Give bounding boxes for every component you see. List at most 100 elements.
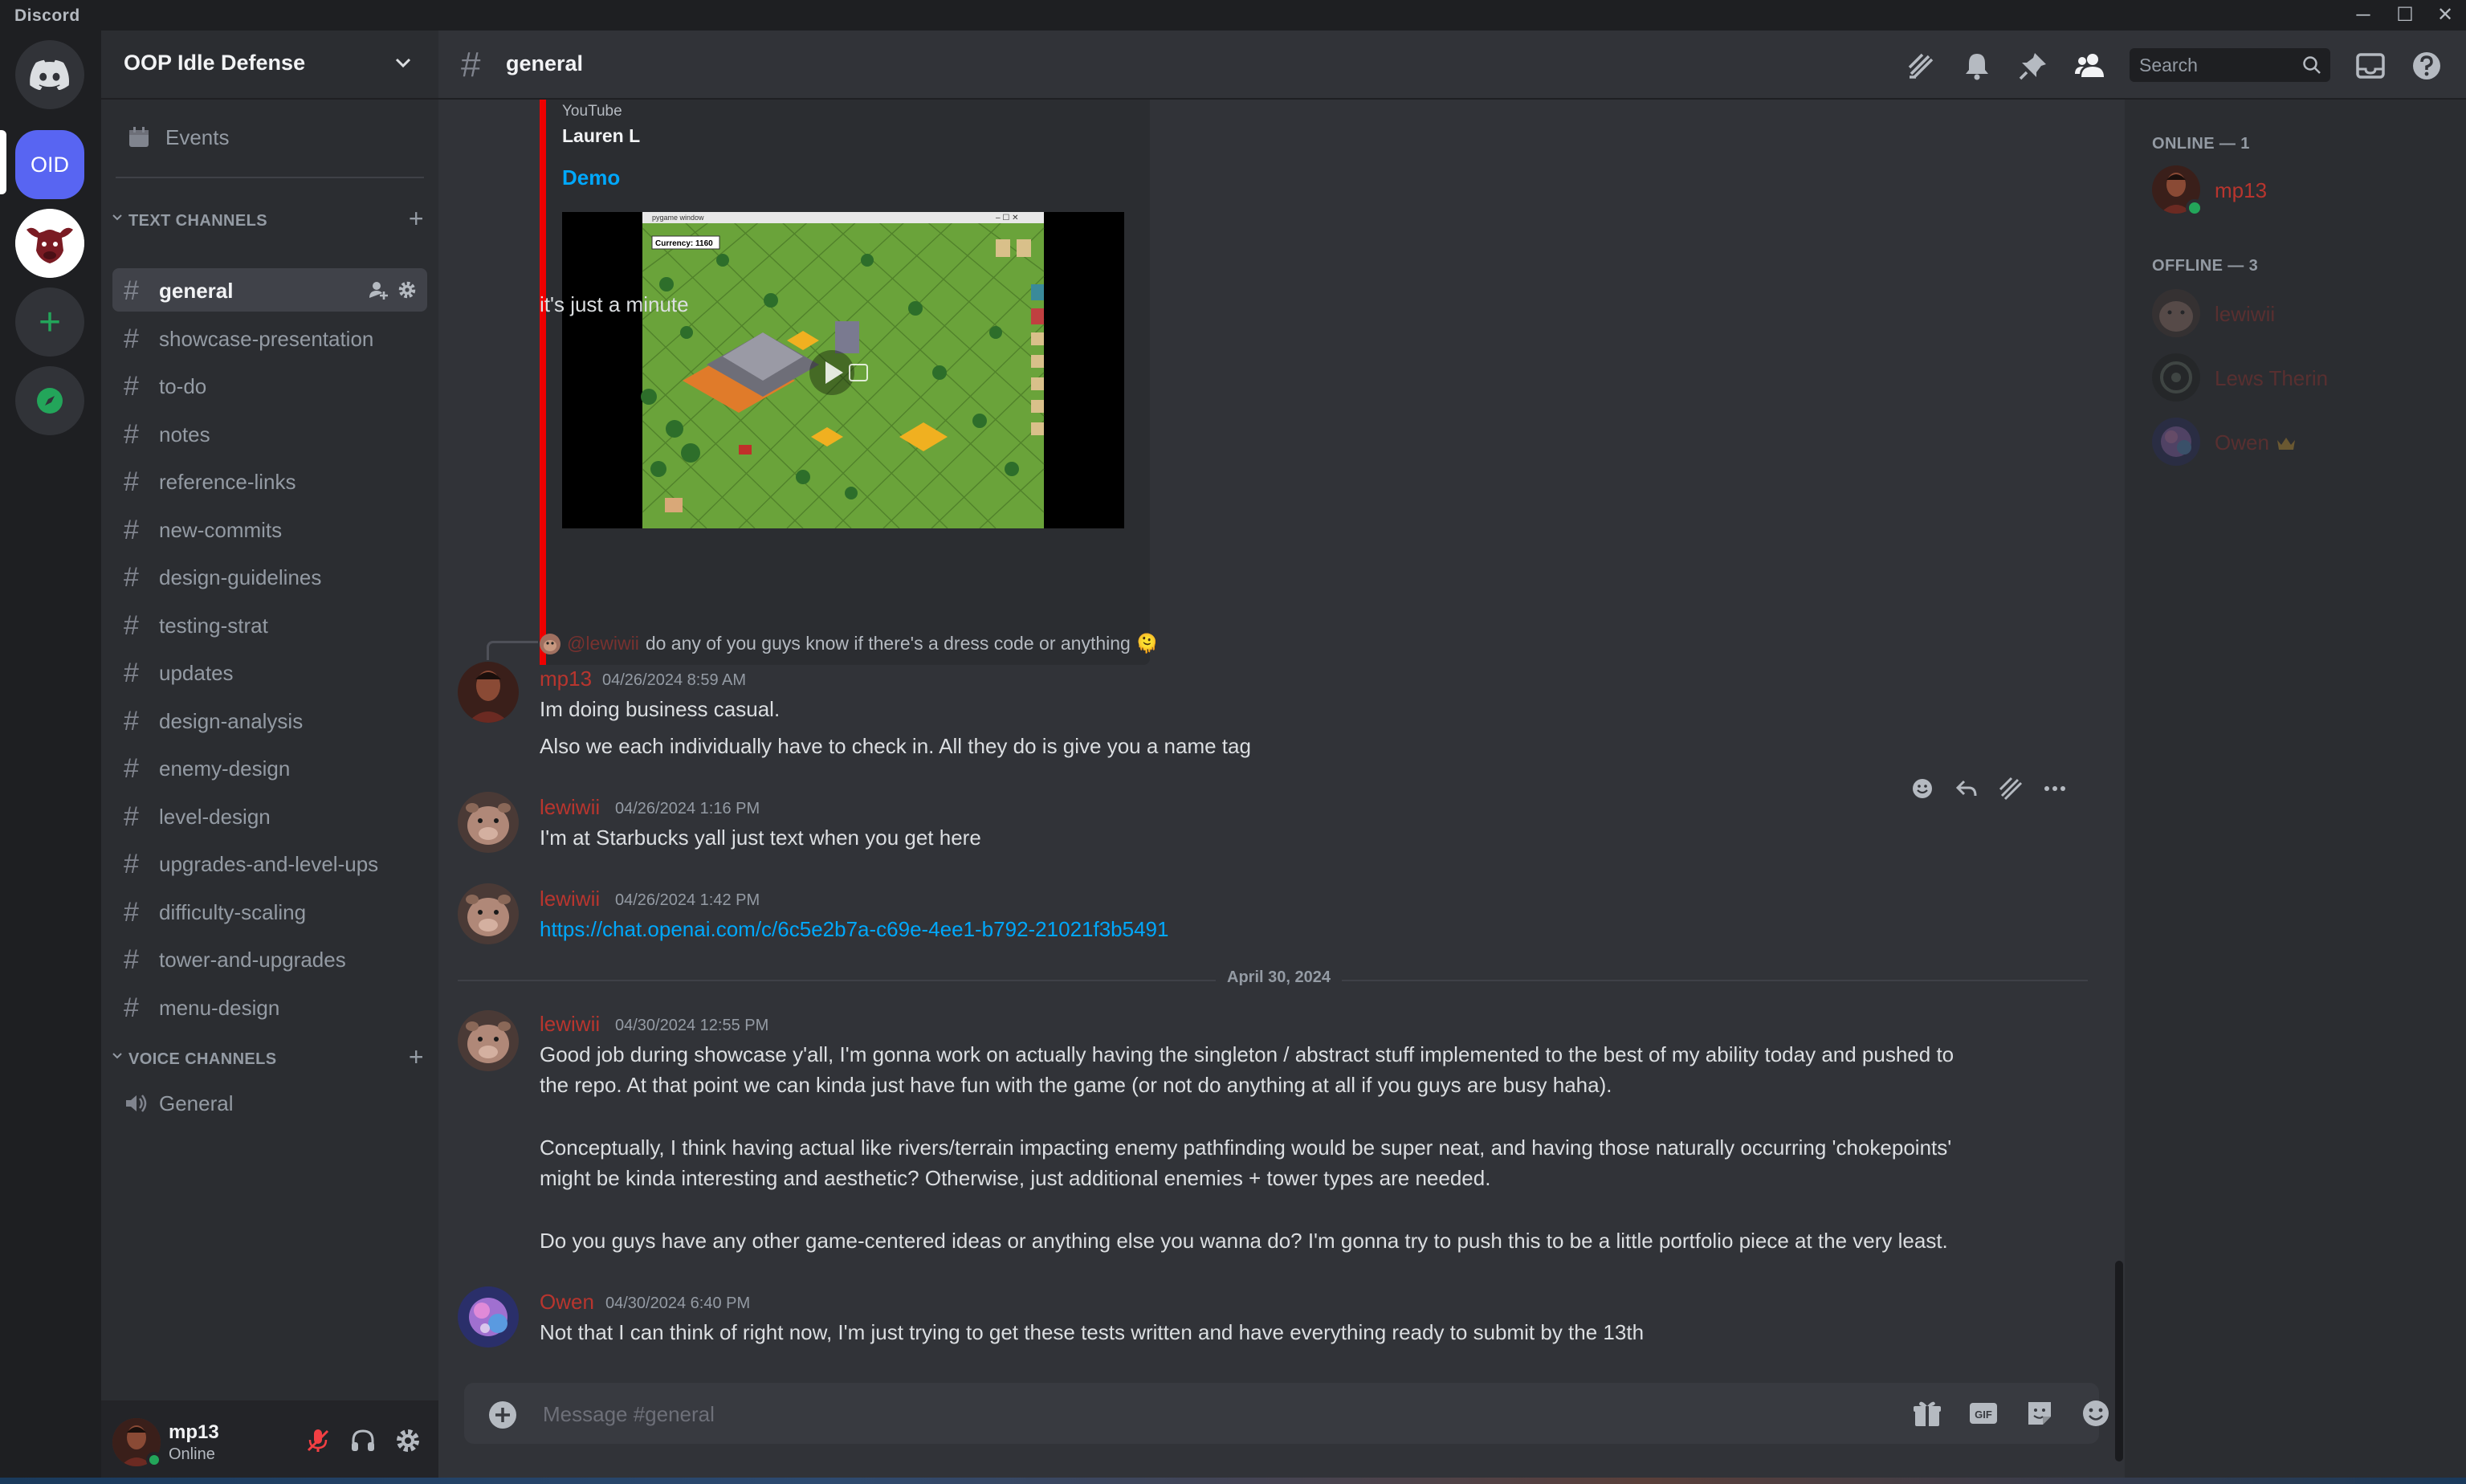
avatar[interactable] <box>458 1010 519 1071</box>
gear-icon[interactable] <box>397 279 418 300</box>
category-text-channels[interactable]: TEXT CHANNELS + <box>108 204 432 233</box>
member-item[interactable]: lewiwii <box>2152 289 2457 340</box>
add-reaction-icon[interactable] <box>1909 775 1936 802</box>
sidebar-divider <box>116 177 424 178</box>
gift-icon[interactable] <box>1911 1397 1943 1429</box>
chat-area: YouTube Lauren L Demo pygame window – ☐ … <box>438 100 2125 1484</box>
create-channel-icon[interactable]: + <box>409 1042 424 1072</box>
svg-text:– ☐ ✕: – ☐ ✕ <box>996 214 1018 222</box>
member-item[interactable]: Owen <box>2152 418 2457 469</box>
member-list: ONLINE — 1 mp13 OFFLINE — 3 lewiwii Lews… <box>2125 100 2466 1484</box>
plus-circle-icon[interactable] <box>487 1399 519 1431</box>
hash-icon: # <box>124 992 139 1023</box>
maximize-icon[interactable]: ☐ <box>2387 2 2423 29</box>
avatar <box>2152 289 2200 337</box>
create-channel-icon[interactable]: + <box>409 204 424 234</box>
message-author[interactable]: lewiwii <box>540 887 600 911</box>
message-text: I'm at Starbucks yall just text when you… <box>540 826 981 850</box>
embed-title-link[interactable]: Demo <box>562 165 620 190</box>
headphones-icon[interactable] <box>349 1426 377 1455</box>
more-icon[interactable] <box>2041 775 2069 802</box>
avatar <box>2152 353 2200 402</box>
invite-icon[interactable] <box>368 279 389 300</box>
avatar[interactable] <box>458 1286 519 1347</box>
svg-text:GIF: GIF <box>1975 1409 1992 1421</box>
reply-mention[interactable]: @lewiwii <box>567 633 639 654</box>
close-icon[interactable]: ✕ <box>2427 2 2464 29</box>
channel-item-showcase-presentation[interactable]: # showcase-presentation <box>112 316 427 360</box>
minimize-icon[interactable]: ─ <box>2345 2 2382 29</box>
video-thumbnail[interactable]: pygame window – ☐ ✕ Currency: 1160 <box>562 212 1124 528</box>
channel-item-updates[interactable]: # updates <box>112 650 427 694</box>
channel-item-reference-links[interactable]: # reference-links <box>112 459 427 503</box>
server-bull[interactable] <box>15 209 84 278</box>
message-author[interactable]: Owen <box>540 1290 594 1315</box>
channel-item-difficulty-scaling[interactable]: # difficulty-scaling <box>112 890 427 933</box>
channel-item-testing-strat[interactable]: # testing-strat <box>112 603 427 646</box>
embed-author[interactable]: Lauren L <box>562 125 640 147</box>
member-group-header: OFFLINE — 3 <box>2152 257 2259 275</box>
channel-item-to-do[interactable]: # to-do <box>112 364 427 407</box>
mic-muted-icon[interactable] <box>304 1426 332 1455</box>
avatar[interactable] <box>458 792 519 853</box>
channel-item-new-commits[interactable]: # new-commits <box>112 508 427 551</box>
channel-label: updates <box>159 661 234 685</box>
active-server-pill <box>0 130 6 194</box>
channel-item-general[interactable]: # general <box>112 268 427 312</box>
channel-item-design-analysis[interactable]: # design-analysis <box>112 699 427 742</box>
chevron-down-icon <box>112 214 122 221</box>
message-author[interactable]: lewiwii <box>540 1012 600 1037</box>
members-icon[interactable] <box>2073 50 2105 82</box>
emoji-icon[interactable] <box>2080 1397 2112 1429</box>
channel-item-notes[interactable]: # notes <box>112 412 427 455</box>
explore-servers-button[interactable] <box>15 366 84 435</box>
channel-label: notes <box>159 422 210 446</box>
message-input[interactable]: Message #general <box>543 1402 715 1427</box>
member-item[interactable]: mp13 <box>2152 165 2457 217</box>
video-window-title: pygame window <box>652 214 704 222</box>
bell-icon[interactable] <box>1961 50 1993 82</box>
message-author[interactable]: mp13 <box>540 667 592 691</box>
message-text: Conceptually, I think having actual like… <box>540 1135 1952 1160</box>
channel-item-upgrades-and-level-ups[interactable]: # upgrades-and-level-ups <box>112 842 427 885</box>
voice-channel-general[interactable]: General <box>112 1081 427 1124</box>
hash-icon: # <box>124 896 139 928</box>
add-server-button[interactable]: + <box>15 287 84 357</box>
channel-item-enemy-design[interactable]: # enemy-design <box>112 746 427 789</box>
threads-icon[interactable] <box>1905 50 1937 82</box>
help-icon[interactable] <box>2411 50 2443 82</box>
member-item[interactable]: Lews Therin <box>2152 353 2457 405</box>
avatar[interactable] <box>458 662 519 723</box>
inbox-icon[interactable] <box>2354 50 2387 82</box>
gif-icon[interactable]: GIF <box>1967 1397 1999 1429</box>
reply-icon[interactable] <box>1953 775 1980 802</box>
message-link[interactable]: https://chat.openai.com/c/6c5e2b7a-c69e-… <box>540 917 1168 942</box>
message-text: it's just a minute <box>540 292 689 316</box>
message-composer[interactable]: Message #general GIF <box>464 1383 2109 1444</box>
avatar[interactable] <box>458 883 519 944</box>
reply-preview[interactable]: @lewiwii do any of you guys know if ther… <box>540 633 1159 654</box>
message-text: Im doing business casual. <box>540 697 781 721</box>
taskbar-edge <box>0 1478 2466 1484</box>
chat-scrollbar[interactable] <box>2115 1261 2123 1462</box>
sticker-icon[interactable] <box>2024 1397 2056 1429</box>
server-oid[interactable]: OID <box>15 130 84 199</box>
category-voice-channels[interactable]: VOICE CHANNELS + <box>108 1042 432 1071</box>
search-input[interactable]: Search <box>2130 48 2330 82</box>
channel-label: difficulty-scaling <box>159 899 307 924</box>
channel-item-design-guidelines[interactable]: # design-guidelines <box>112 555 427 598</box>
channel-item-menu-design[interactable]: # menu-design <box>112 985 427 1029</box>
home-button[interactable] <box>15 40 84 109</box>
threads-icon[interactable] <box>1997 775 2024 802</box>
channel-label: design-analysis <box>159 708 304 733</box>
channel-item-level-design[interactable]: # level-design <box>112 794 427 838</box>
gear-icon[interactable] <box>393 1426 422 1455</box>
channel-label: menu-design <box>159 995 280 1020</box>
events-item[interactable]: Events <box>116 116 424 159</box>
channel-item-tower-and-upgrades[interactable]: # tower-and-upgrades <box>112 937 427 980</box>
hash-icon: # <box>124 562 139 593</box>
server-header[interactable]: OOP Idle Defense <box>101 31 438 100</box>
pin-icon[interactable] <box>2017 50 2049 82</box>
message-author[interactable]: lewiwii <box>540 795 600 820</box>
server-oid-label: OID <box>30 152 69 177</box>
